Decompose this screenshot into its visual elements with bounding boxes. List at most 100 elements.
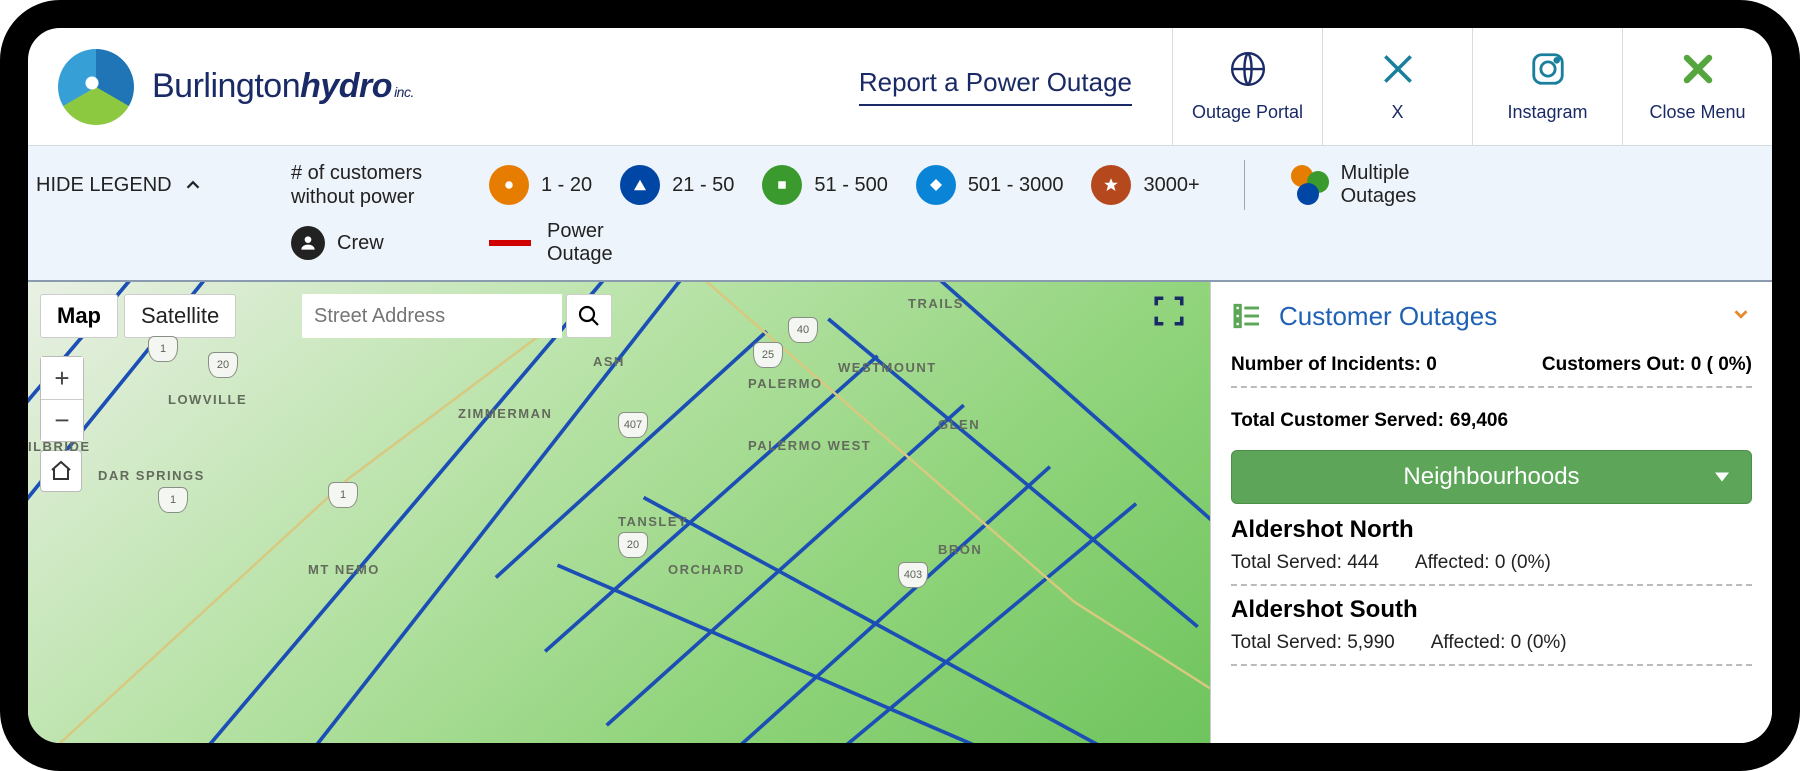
incidents-value: 0 [1426, 354, 1437, 375]
panel-title: Customer Outages [1279, 301, 1497, 332]
map-place-label: ORCHARD [668, 562, 745, 577]
stats-row-2: Total Customer Served: 69,406 [1231, 410, 1752, 432]
nav-label: X [1391, 102, 1403, 123]
road-shield: 25 [753, 342, 783, 368]
reset-view-button[interactable] [40, 450, 82, 492]
road-shield: 1 [328, 482, 358, 508]
map-search [302, 294, 612, 338]
legend-bar: HIDE LEGEND # of customers without power… [28, 146, 1772, 282]
dashed-divider [1231, 584, 1752, 586]
side-panel: Customer Outages Number of Incidents: 0 … [1210, 282, 1772, 743]
hide-legend-label: HIDE LEGEND [36, 174, 172, 197]
brand-name-light: Burlington [152, 67, 300, 105]
road-shield: 1 [158, 487, 188, 513]
road-shield: 407 [618, 412, 648, 438]
nav-instagram[interactable]: Instagram [1472, 28, 1622, 145]
map-place-label: ZIMMERMAN [458, 406, 552, 421]
map-place-label: GLEN [938, 417, 980, 432]
legend-range-5: 3000+ [1091, 165, 1199, 205]
legend-label: Crew [337, 232, 384, 255]
close-icon [1679, 50, 1717, 88]
map-boundaries [28, 282, 1210, 743]
crew-icon [291, 226, 325, 260]
dot-icon-blue [620, 165, 660, 205]
legend-range-4: 501 - 3000 [916, 165, 1064, 205]
legend-range-2: 21 - 50 [620, 165, 734, 205]
report-outage-link[interactable]: Report a Power Outage [859, 67, 1132, 106]
road-shield: 40 [788, 317, 818, 343]
incidents: Number of Incidents: 0 [1231, 354, 1437, 376]
panel-header: Customer Outages [1231, 300, 1752, 332]
legend-power-outage: Power Outage [489, 220, 627, 266]
map-place-label: LOWVILLE [168, 392, 247, 407]
globe-icon [1229, 50, 1267, 88]
neighbourhood-stats: Total Served: 444 Affected: 0 (0%) [1231, 552, 1752, 574]
logo-icon [58, 49, 134, 125]
zoom-out-button[interactable]: − [41, 399, 83, 441]
dot-icon-star [1091, 165, 1131, 205]
legend-label: 501 - 3000 [968, 174, 1064, 197]
neighbourhood-item: Aldershot South Total Served: 5,990 Affe… [1231, 596, 1752, 666]
legend-crew: Crew [291, 226, 461, 260]
dot-icon-green [762, 165, 802, 205]
tab-map[interactable]: Map [40, 294, 118, 338]
legend-title: # of customers without power [291, 161, 461, 209]
chevron-up-icon [182, 174, 204, 196]
map-place-label: ILBRIDE [28, 439, 91, 454]
legend-label: 21 - 50 [672, 174, 734, 197]
main-split: Map Satellite + − LOWVILLE ILBRIDE DAR S… [28, 282, 1772, 743]
instagram-icon [1529, 50, 1567, 88]
neighbourhood-name: Aldershot North [1231, 516, 1752, 544]
fullscreen-button[interactable] [1152, 294, 1192, 334]
list-icon [1231, 300, 1263, 332]
incidents-label: Number of Incidents: [1231, 354, 1421, 375]
neighbourhood-item: Aldershot North Total Served: 444 Affect… [1231, 516, 1752, 586]
map-pane[interactable]: Map Satellite + − LOWVILLE ILBRIDE DAR S… [28, 282, 1210, 743]
legend-label: Power Outage [547, 220, 627, 266]
header-nav: Outage Portal X Instagram Close Menu [1172, 28, 1772, 145]
legend-label: 1 - 20 [541, 174, 592, 197]
panel-collapse-toggle[interactable] [1730, 303, 1752, 330]
dot-icon-orange [489, 165, 529, 205]
map-place-label: ASH [593, 354, 625, 369]
legend-row-main: HIDE LEGEND # of customers without power… [28, 160, 1762, 210]
logo-text: Burlingtonhydroinc. [152, 67, 414, 106]
total-served-label: Total Customer Served: [1231, 410, 1444, 432]
neighbourhood-stats: Total Served: 5,990 Affected: 0 (0%) [1231, 632, 1752, 654]
nav-label: Outage Portal [1192, 102, 1303, 123]
road-shield: 20 [208, 352, 238, 378]
chevron-down-icon [1730, 303, 1752, 325]
nav-outage-portal[interactable]: Outage Portal [1172, 28, 1322, 145]
map-place-label: PALERMO WEST [748, 438, 871, 453]
multiple-outages-icon [1289, 165, 1329, 205]
map-place-label: TRAILS [908, 296, 964, 311]
stats-row-1: Number of Incidents: 0 Customers Out: 0 … [1231, 354, 1752, 376]
zoom-in-button[interactable]: + [41, 357, 83, 399]
brand-logo[interactable]: Burlingtonhydroinc. [28, 49, 448, 125]
nav-x[interactable]: X [1322, 28, 1472, 145]
neighbourhood-name: Aldershot South [1231, 596, 1752, 624]
tab-satellite[interactable]: Satellite [124, 294, 236, 338]
app-root: Burlingtonhydroinc. Report a Power Outag… [28, 28, 1772, 743]
legend-label: Multiple Outages [1341, 162, 1431, 208]
neighbourhoods-dropdown[interactable]: Neighbourhoods [1231, 450, 1752, 504]
legend-row-crew: Crew Power Outage [28, 220, 1762, 266]
brand-name-bold: hydro [300, 67, 392, 105]
hide-legend-toggle[interactable]: HIDE LEGEND [28, 174, 263, 197]
customers-out-label: Customers Out: [1542, 354, 1686, 375]
nav-label: Close Menu [1649, 102, 1745, 123]
map-place-label: TANSLEY [618, 514, 688, 529]
map-place-label: BRON [938, 542, 982, 557]
nav-close-menu[interactable]: Close Menu [1622, 28, 1772, 145]
brand-suffix: inc. [394, 84, 414, 100]
legend-label: 3000+ [1143, 174, 1199, 197]
map-place-label: PALERMO [748, 376, 823, 391]
header-bar: Burlingtonhydroinc. Report a Power Outag… [28, 28, 1772, 146]
search-input[interactable] [302, 294, 562, 338]
legend-range-3: 51 - 500 [762, 165, 887, 205]
device-frame: Burlingtonhydroinc. Report a Power Outag… [0, 0, 1800, 771]
map-place-label: MT NEMO [308, 562, 380, 577]
dot-icon-cyan [916, 165, 956, 205]
road-shield: 20 [618, 532, 648, 558]
search-button[interactable] [566, 294, 612, 338]
